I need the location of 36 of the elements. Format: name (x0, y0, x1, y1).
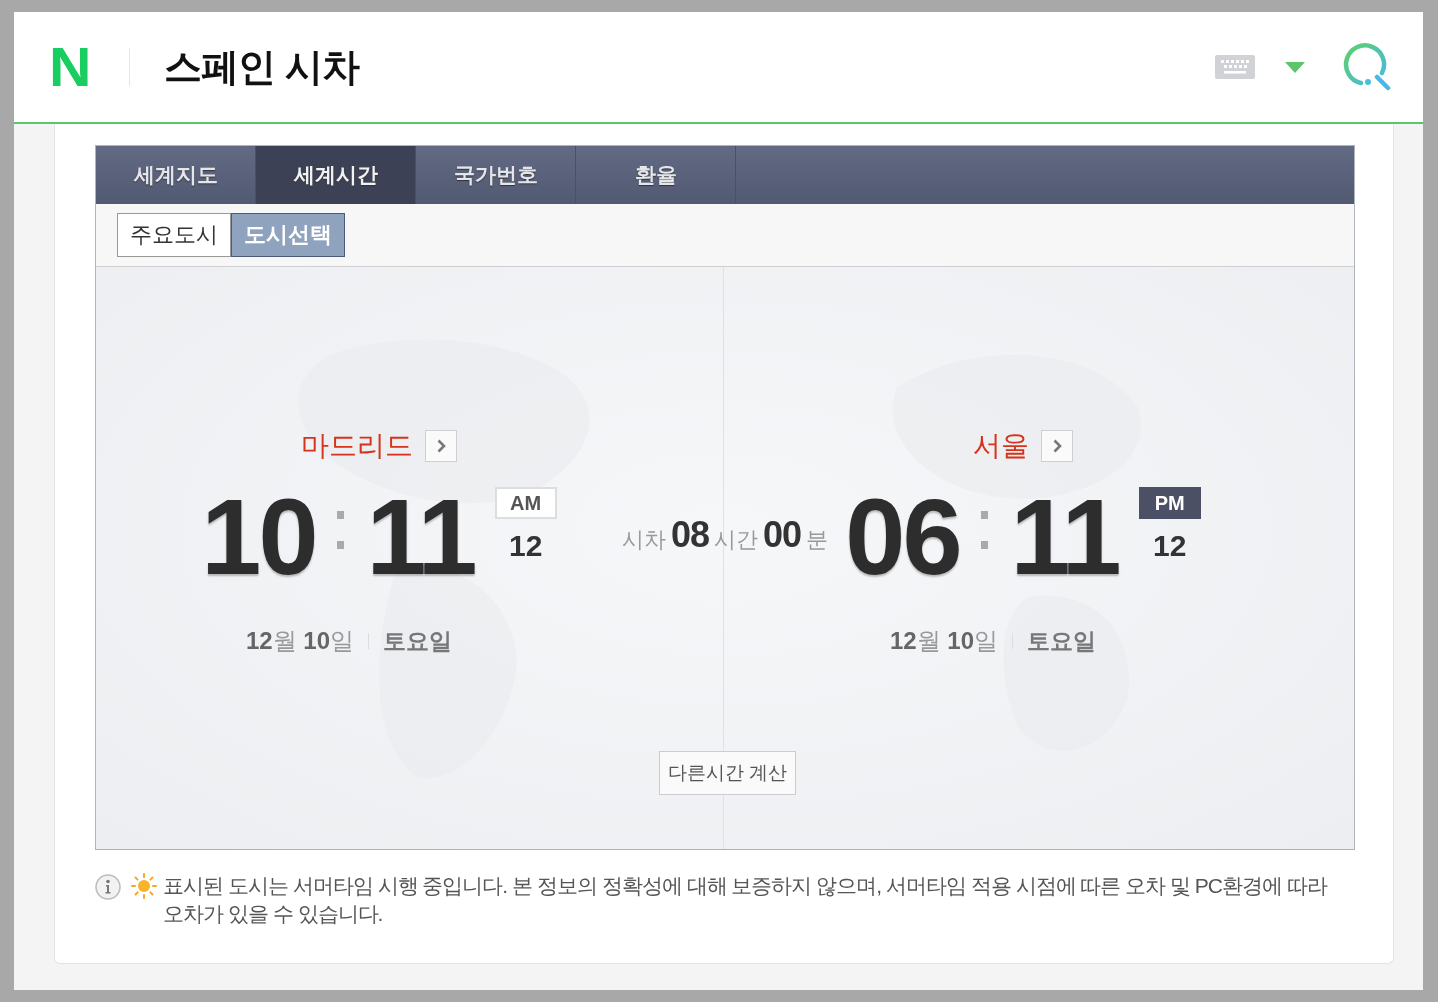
seconds-digits: 12 (508, 529, 543, 563)
daylight-saving-notice: 표시된 도시는 서머타임 시행 중입니다. 본 정보의 정확성에 대해 보증하지 않으며, 서머타임 적용 시점에 따른 오차 및 PC환경에 따라 오차가 있을 수 있습니다. (163, 873, 1329, 927)
minutes-unit-label: 분 (806, 526, 829, 554)
keyboard-icon[interactable] (1215, 55, 1255, 79)
caret-icon[interactable] (1285, 61, 1305, 73)
weekday-text: 토요일 (1027, 626, 1097, 656)
city-name: 마드리드 (301, 429, 413, 463)
city-mode-tab[interactable]: 도시선택 (231, 213, 345, 257)
nav-tab[interactable]: 세계시간 (256, 146, 416, 204)
hour-digits: 10 (201, 483, 316, 591)
seconds-digits: 12 (1152, 529, 1187, 563)
date-text: 12월 10일 (889, 626, 999, 656)
chevron-right-icon (436, 439, 446, 453)
minute-digits: 11 (366, 483, 475, 591)
weekday-text: 토요일 (383, 626, 453, 656)
search-icon[interactable] (1343, 43, 1391, 91)
page-title: 스페인 시차 (164, 44, 359, 90)
city-name: 서울 (973, 429, 1029, 463)
city-mode-tab[interactable]: 주요도시 (117, 213, 231, 257)
date-text: 12월 10일 (245, 626, 355, 656)
meridiem-label: PM (1138, 487, 1201, 519)
chevron-right-icon (1052, 439, 1062, 453)
minutes-difference: 00 (763, 514, 802, 556)
colon-icon (337, 511, 345, 549)
colon-icon (981, 511, 989, 549)
meridiem-label: AM (494, 487, 557, 519)
time-difference-label: 시차 (622, 526, 666, 554)
hours-difference: 08 (671, 514, 710, 556)
hours-unit-label: 시간 (714, 526, 759, 554)
minute-digits: 11 (1010, 483, 1119, 591)
hour-digits: 06 (845, 483, 960, 591)
city-link-button[interactable] (425, 430, 457, 462)
city-link-button[interactable] (1041, 430, 1073, 462)
info-icon (95, 874, 121, 900)
sun-icon (131, 873, 157, 899)
calculate-other-time-button[interactable]: 다른시간 계산 (659, 751, 796, 795)
